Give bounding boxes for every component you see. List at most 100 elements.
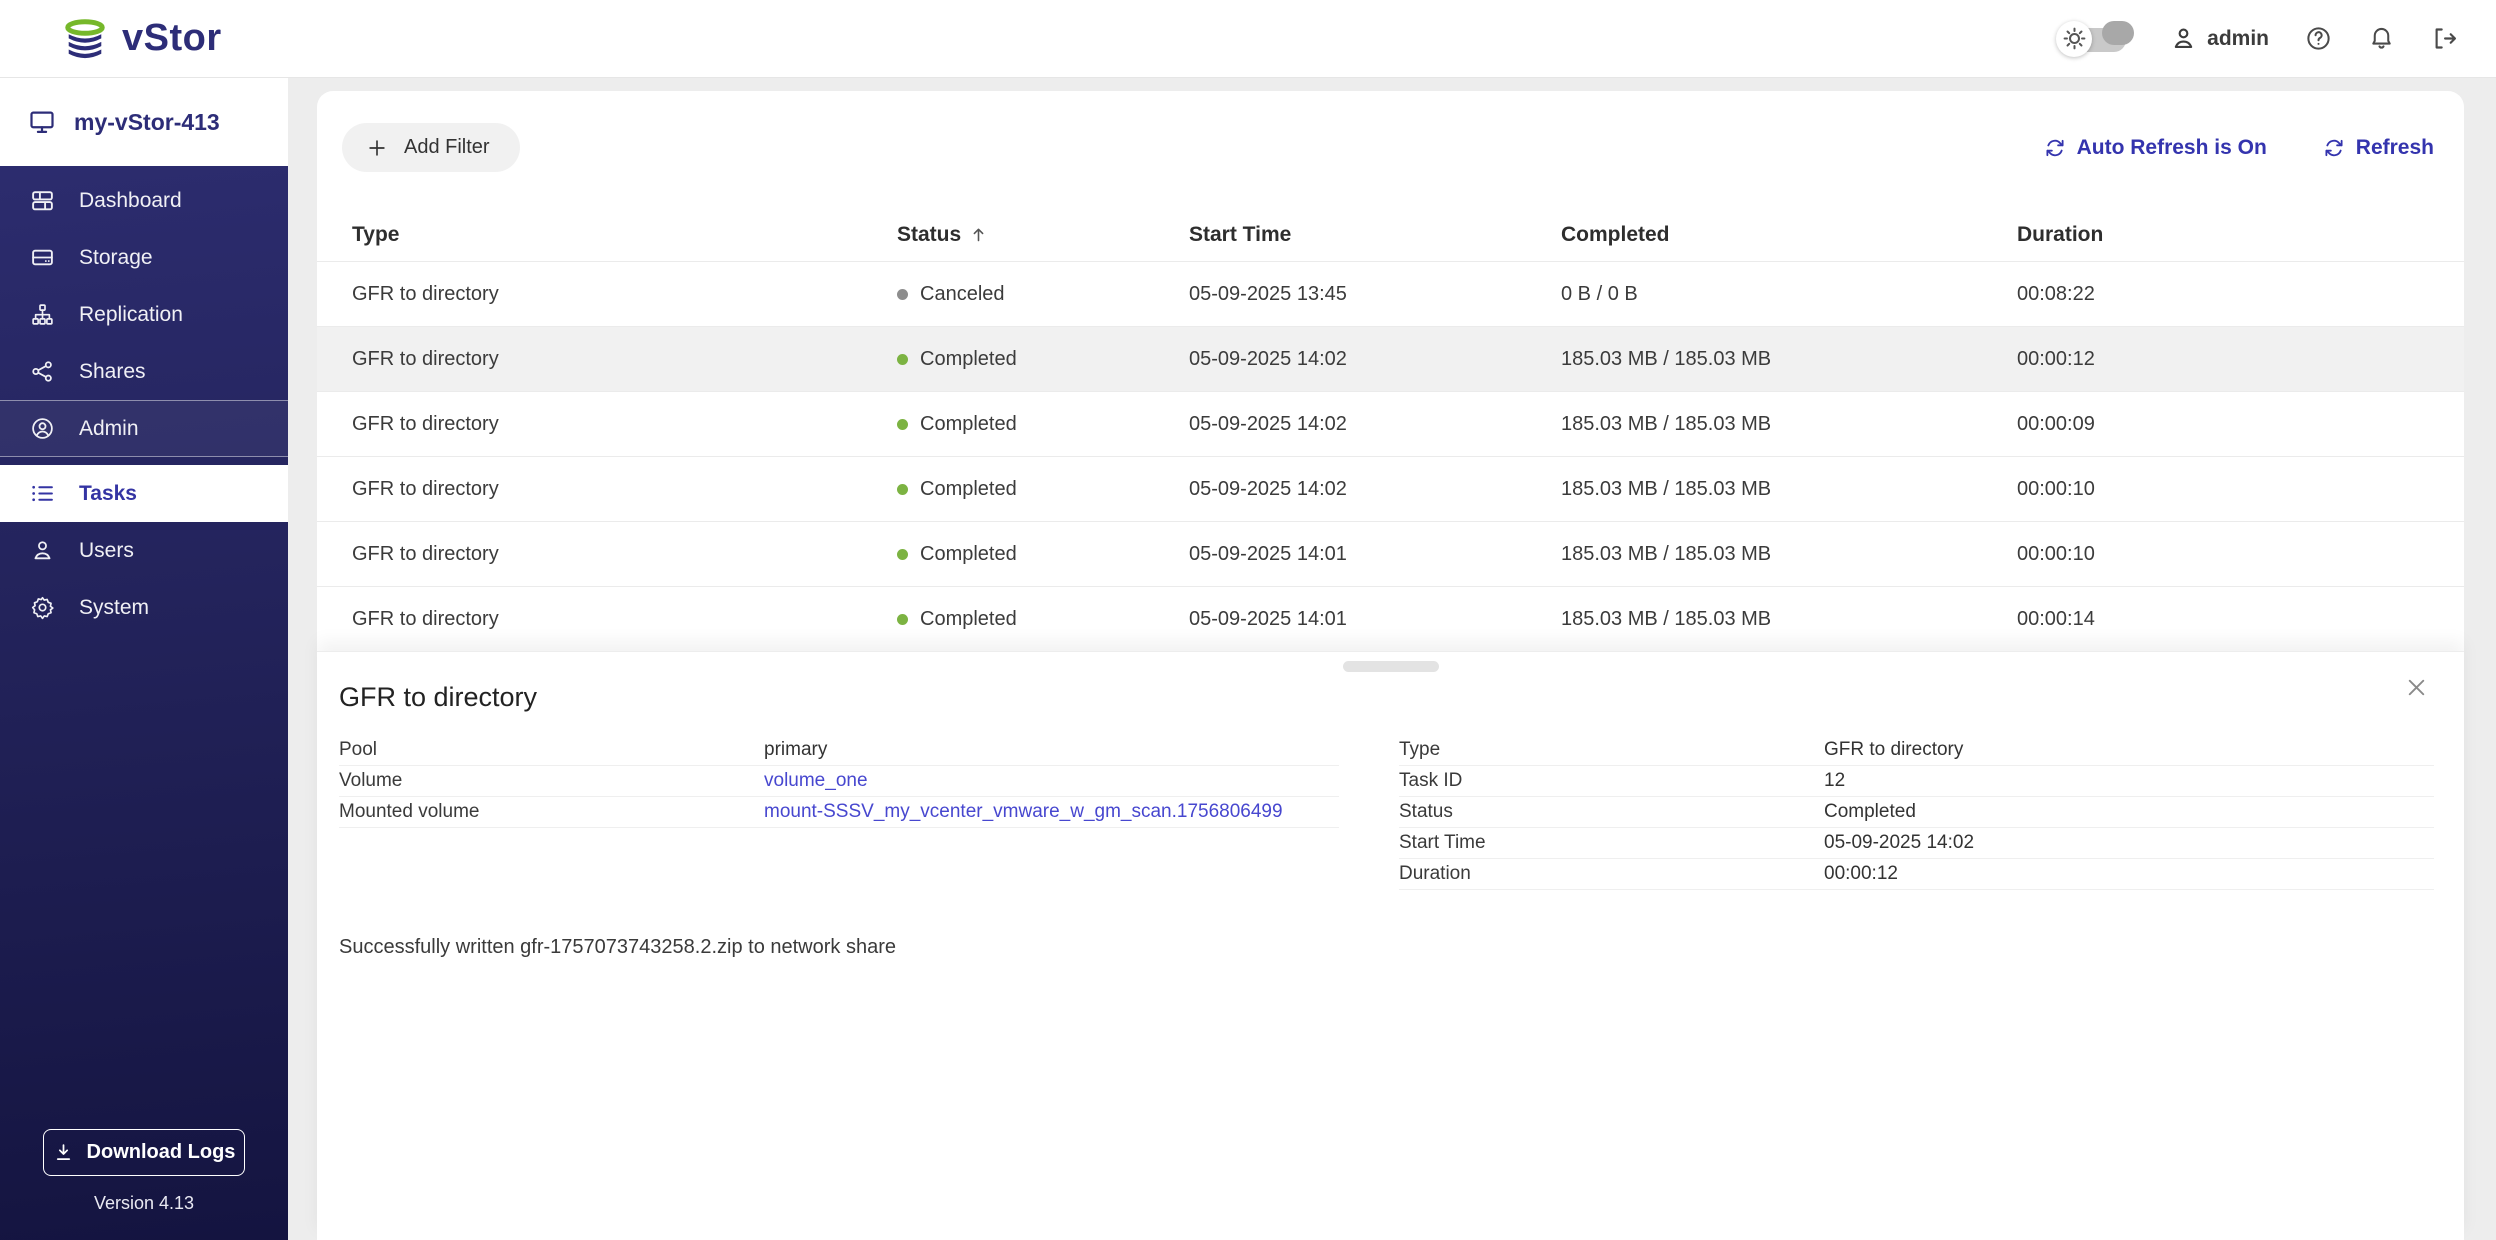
add-filter-label: Add Filter (404, 136, 490, 158)
detail-fields-left: Pool primary Volume volume_one Mounted v… (339, 735, 1339, 828)
app-body: my-vStor-413 Dashboard Storage Replicati… (0, 78, 2496, 1240)
shares-icon (32, 361, 52, 382)
sidebar-item-admin[interactable]: Admin (0, 400, 288, 457)
column-header-start-time[interactable]: Start Time (1189, 223, 1561, 247)
header-actions: admin (2056, 20, 2458, 57)
status-dot-completed (897, 353, 908, 365)
table-row[interactable]: GFR to directory Completed 05-09-2025 14… (317, 521, 2464, 586)
username: admin (2207, 26, 2269, 50)
users-icon (34, 541, 51, 560)
mounted-volume-link[interactable]: mount-SSSV_my_vcenter_vmware_w_gm_scan.1… (764, 801, 1283, 823)
status-label: Completed (920, 542, 1017, 565)
table-header: Type Status Start Time Completed Duratio… (317, 208, 2464, 261)
sidebar-item-label: Dashboard (79, 188, 182, 212)
field-value: Completed (1824, 801, 1916, 822)
sidebar-item-tasks[interactable]: Tasks (0, 465, 288, 522)
sidebar-item-shares[interactable]: Shares (0, 343, 288, 400)
volume-link[interactable]: volume_one (764, 770, 868, 792)
status-dot-completed (897, 483, 908, 495)
auto-refresh-button[interactable]: Auto Refresh is On (2044, 136, 2267, 160)
field-label: Start Time (1399, 832, 1486, 853)
auto-refresh-label: Auto Refresh is On (2076, 135, 2267, 159)
field-label: Pool (339, 739, 378, 760)
download-logs-button[interactable]: Download Logs (43, 1129, 245, 1176)
help-button[interactable] (2305, 25, 2332, 52)
detail-fields: Pool primary Volume volume_one Mounted v… (339, 735, 2434, 890)
field-row: Volume volume_one (339, 766, 1339, 797)
cell-start-time: 05-09-2025 14:02 (1189, 347, 1347, 370)
admin-icon (32, 418, 53, 439)
field-value: 12 (1824, 770, 1846, 791)
sidebar-item-system[interactable]: System (0, 579, 288, 636)
cell-type: GFR to directory (352, 347, 499, 370)
field-row: Task ID 12 (1399, 766, 2434, 797)
download-icon (56, 1144, 70, 1160)
cell-completed: 185.03 MB / 185.03 MB (1561, 412, 1772, 435)
cell-status: Completed (897, 478, 1189, 501)
table-row[interactable]: GFR to directory Completed 05-09-2025 14… (317, 586, 2464, 651)
field-label: Status (1399, 801, 1453, 822)
sidebar-item-dashboard[interactable]: Dashboard (0, 172, 288, 229)
light-mode-icon (2056, 20, 2093, 57)
column-header-completed[interactable]: Completed (1561, 223, 2017, 247)
cell-duration: 00:00:09 (2017, 412, 2095, 435)
tasks-icon (32, 485, 53, 502)
column-header-duration[interactable]: Duration (2017, 223, 2434, 247)
version-label: Version 4.13 (93, 1193, 195, 1213)
logout-button[interactable] (2431, 25, 2458, 52)
refresh-label: Refresh (2355, 135, 2434, 159)
cell-type: GFR to directory (352, 477, 499, 500)
field-row: Start Time 05-09-2025 14:02 (1399, 828, 2434, 859)
cell-completed: 185.03 MB / 185.03 MB (1561, 542, 1772, 565)
sidebar-item-label: Admin (79, 416, 139, 440)
table-row[interactable]: GFR to directory Completed 05-09-2025 14… (317, 456, 2464, 521)
column-header-status[interactable]: Status (897, 223, 1189, 247)
sidebar-item-label: Shares (79, 359, 146, 383)
sidebar-hostname[interactable]: my-vStor-413 (0, 78, 288, 166)
cell-status: Completed (897, 608, 1189, 631)
vstor-logo: vStor (62, 16, 222, 62)
dashboard-icon (32, 191, 53, 211)
task-detail-panel: GFR to directory Pool primary Volume vol… (317, 651, 2464, 1240)
sort-asc-icon (973, 228, 984, 242)
close-panel-button[interactable] (2403, 674, 2430, 704)
cell-start-time: 05-09-2025 14:01 (1189, 542, 1347, 565)
dark-mode-toggle[interactable] (2056, 20, 2135, 57)
sidebar-nav: Dashboard Storage Replication Shares Adm… (0, 166, 288, 1240)
refresh-icon (2046, 139, 2064, 156)
column-header-type[interactable]: Type (352, 223, 897, 247)
cell-duration: 00:00:10 (2017, 477, 2095, 500)
add-filter-button[interactable]: Add Filter (342, 123, 520, 172)
field-row: Type GFR to directory (1399, 735, 2434, 766)
status-dot-completed (897, 418, 908, 430)
field-value: 05-09-2025 14:02 (1824, 832, 1975, 853)
cell-duration: 00:00:12 (2017, 347, 2095, 370)
refresh-button[interactable]: Refresh (2323, 136, 2434, 160)
cell-completed: 0 B / 0 B (1561, 282, 1638, 305)
toolbar: Add Filter Auto Refresh is On Refresh (317, 91, 2464, 172)
close-icon (2408, 679, 2425, 696)
field-value: primary (764, 739, 828, 760)
sidebar-item-users[interactable]: Users (0, 522, 288, 579)
status-label: Canceled (920, 282, 1005, 305)
cell-status: Completed (897, 348, 1189, 371)
table-row[interactable]: GFR to directory Canceled 05-09-2025 13:… (317, 261, 2464, 326)
table-row[interactable]: GFR to directory Completed 05-09-2025 14… (317, 391, 2464, 456)
sidebar-item-storage[interactable]: Storage (0, 229, 288, 286)
sidebar-item-label: Replication (79, 302, 183, 326)
cell-status: Completed (897, 413, 1189, 436)
cell-type: GFR to directory (352, 282, 499, 305)
toggle-knob (2102, 20, 2135, 45)
cell-duration: 00:00:14 (2017, 607, 2095, 630)
cell-completed: 185.03 MB / 185.03 MB (1561, 347, 1772, 370)
field-row: Duration 00:00:12 (1399, 859, 2434, 890)
detail-title: GFR to directory (339, 682, 538, 712)
panel-resize-handle[interactable] (1342, 661, 1439, 672)
cell-status: Canceled (897, 283, 1189, 306)
user-menu[interactable]: admin (2170, 25, 2269, 52)
sidebar-item-replication[interactable]: Replication (0, 286, 288, 343)
notifications-button[interactable] (2368, 25, 2395, 52)
table-row-selected[interactable]: GFR to directory Completed 05-09-2025 14… (317, 326, 2464, 391)
hostname-label: my-vStor-413 (74, 108, 220, 135)
cell-type: GFR to directory (352, 607, 499, 630)
